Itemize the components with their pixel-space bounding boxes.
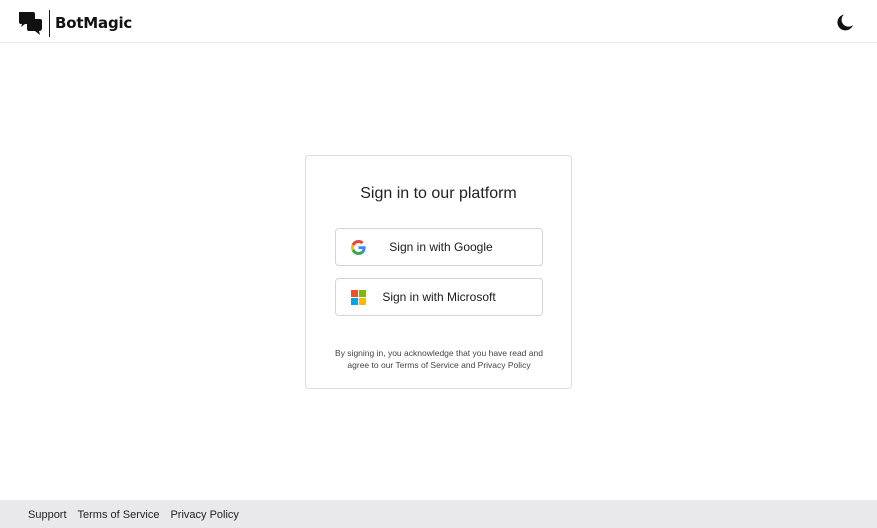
google-button-label: Sign in with Google bbox=[389, 240, 493, 254]
terms-disclaimer: By signing in, you acknowledge that you … bbox=[335, 347, 543, 370]
brand-divider bbox=[49, 9, 50, 37]
microsoft-button-label: Sign in with Microsoft bbox=[382, 290, 496, 304]
footer-link-terms-of-service[interactable]: Terms of Service bbox=[78, 509, 160, 522]
footer-links: Support Terms of Service Privacy Policy bbox=[28, 509, 239, 522]
card-title: Sign in to our platform bbox=[360, 185, 517, 202]
speech-bubbles-logo-icon bbox=[19, 12, 42, 35]
microsoft-sign-in-button[interactable]: Sign in with Microsoft bbox=[335, 278, 543, 316]
footer-link-privacy-policy[interactable]: Privacy Policy bbox=[170, 509, 238, 522]
footer-link-support[interactable]: Support bbox=[28, 509, 67, 522]
moon-icon bbox=[837, 14, 853, 31]
sign-in-page: BotMagic Sign in to our platform Sign in… bbox=[0, 0, 877, 528]
brand-name: BotMagic bbox=[55, 14, 133, 32]
theme-toggle-button[interactable] bbox=[835, 12, 855, 32]
brand[interactable]: BotMagic bbox=[16, 9, 132, 37]
google-sign-in-button[interactable]: Sign in with Google bbox=[335, 228, 543, 266]
top-header: BotMagic bbox=[0, 0, 877, 43]
page-footer: Support Terms of Service Privacy Policy bbox=[0, 500, 877, 528]
sign-in-card: Sign in to our platform Sign in with Goo… bbox=[305, 155, 572, 389]
